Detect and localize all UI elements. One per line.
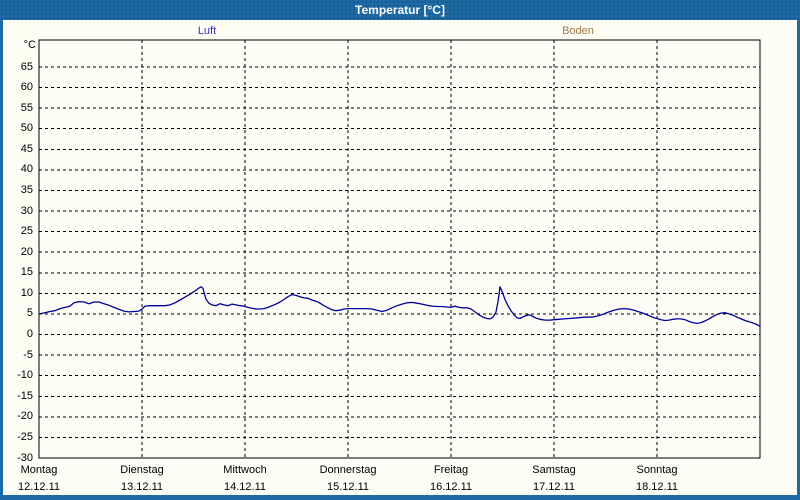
app-window: { "window": { "title": "Temperatur [°C]"… bbox=[0, 0, 800, 500]
chart-canvas bbox=[0, 0, 800, 500]
window-titlebar: Temperatur [°C] bbox=[0, 0, 800, 20]
plot-frame bbox=[39, 40, 760, 458]
legend-boden-label: Boden bbox=[538, 24, 618, 38]
luft-series-line bbox=[39, 287, 760, 327]
window-title: Temperatur [°C] bbox=[355, 3, 445, 17]
legend-luft-label: Luft bbox=[167, 24, 247, 38]
window-border-left bbox=[0, 20, 3, 500]
window-border-bottom bbox=[0, 495, 800, 500]
